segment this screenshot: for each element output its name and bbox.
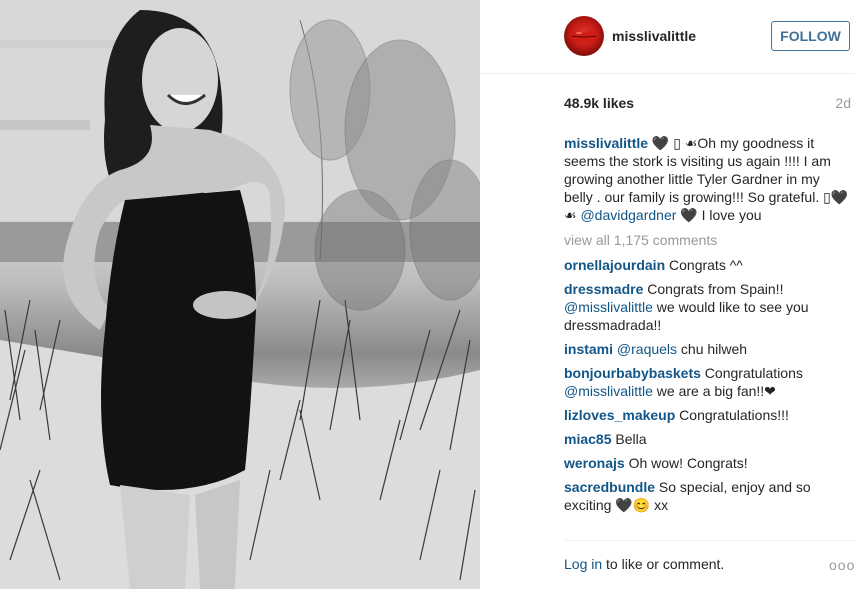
- comment-text: Congrats ^^: [665, 257, 743, 273]
- comment-text: Congratulations: [700, 365, 803, 381]
- login-prompt: Log in to like or comment.: [564, 556, 724, 572]
- comment-row: weronajs Oh wow! Congrats!: [564, 454, 851, 472]
- comment-username[interactable]: ornellajourdain: [564, 257, 665, 273]
- comment-text-tail: chu hilweh: [677, 341, 748, 357]
- comment-text: Oh wow! Congrats!: [624, 455, 748, 471]
- login-link[interactable]: Log in: [564, 556, 602, 572]
- comment-username[interactable]: instami: [564, 341, 613, 357]
- comment-username[interactable]: weronajs: [564, 455, 625, 471]
- red-lips-avatar: [569, 31, 599, 43]
- post-caption: misslivalittle 🖤 ▯ ☙Oh my goodness it se…: [564, 134, 851, 224]
- post-header: misslivalittle FOLLOW: [480, 0, 855, 74]
- login-prompt-text: to like or comment.: [602, 556, 725, 572]
- comment-text-tail: we are a big fan!!❤: [652, 383, 776, 399]
- comment-row: dressmadre Congrats from Spain!! @missli…: [564, 280, 851, 334]
- comment-username[interactable]: miac85: [564, 431, 611, 447]
- post-photo[interactable]: [0, 0, 480, 589]
- comment-text: Congrats from Spain!!: [643, 281, 784, 297]
- follow-button[interactable]: FOLLOW: [771, 21, 850, 51]
- post-meta: 48.9k likes 2d: [564, 95, 851, 115]
- comments-list: misslivalittle 🖤 ▯ ☙Oh my goodness it se…: [564, 134, 851, 530]
- post-age[interactable]: 2d: [835, 95, 851, 111]
- comment-row: sacredbundle So special, enjoy and so ex…: [564, 478, 851, 514]
- view-all-comments-link[interactable]: view all 1,175 comments: [564, 231, 851, 249]
- caption-author[interactable]: misslivalittle: [564, 135, 648, 151]
- comment-username[interactable]: dressmadre: [564, 281, 643, 297]
- comment-row: bonjourbabybaskets Congratulations @miss…: [564, 364, 851, 400]
- comment-row: miac85 Bella: [564, 430, 851, 448]
- caption-text-b: 🖤 I love you: [676, 207, 762, 223]
- caption-mention[interactable]: @davidgardner: [580, 207, 676, 223]
- comment-container: ornellajourdain Congrats ^^ dressmadre Co…: [564, 256, 851, 514]
- avatar[interactable]: [564, 16, 604, 56]
- post-footer: Log in to like or comment. ooo: [564, 540, 855, 589]
- comment-username[interactable]: sacredbundle: [564, 479, 655, 495]
- likes-count[interactable]: 48.9k likes: [564, 95, 634, 111]
- comment-username[interactable]: lizloves_makeup: [564, 407, 675, 423]
- header-username[interactable]: misslivalittle: [612, 28, 696, 44]
- comment-text: Congratulations!!!: [675, 407, 789, 423]
- comment-username[interactable]: bonjourbabybaskets: [564, 365, 701, 381]
- comment-row: instami @raquels chu hilweh: [564, 340, 851, 358]
- comment-row: lizloves_makeup Congratulations!!!: [564, 406, 851, 424]
- comment-mention[interactable]: @raquels: [617, 341, 677, 357]
- comment-mention[interactable]: @misslivalittle: [564, 299, 653, 315]
- comment-row: ornellajourdain Congrats ^^: [564, 256, 851, 274]
- comment-text: Bella: [611, 431, 647, 447]
- more-options-icon[interactable]: ooo: [829, 557, 855, 573]
- comment-mention[interactable]: @misslivalittle: [564, 383, 653, 399]
- post-details-panel: misslivalittle FOLLOW 48.9k likes 2d mis…: [480, 0, 855, 589]
- photo-illustration: [0, 0, 480, 589]
